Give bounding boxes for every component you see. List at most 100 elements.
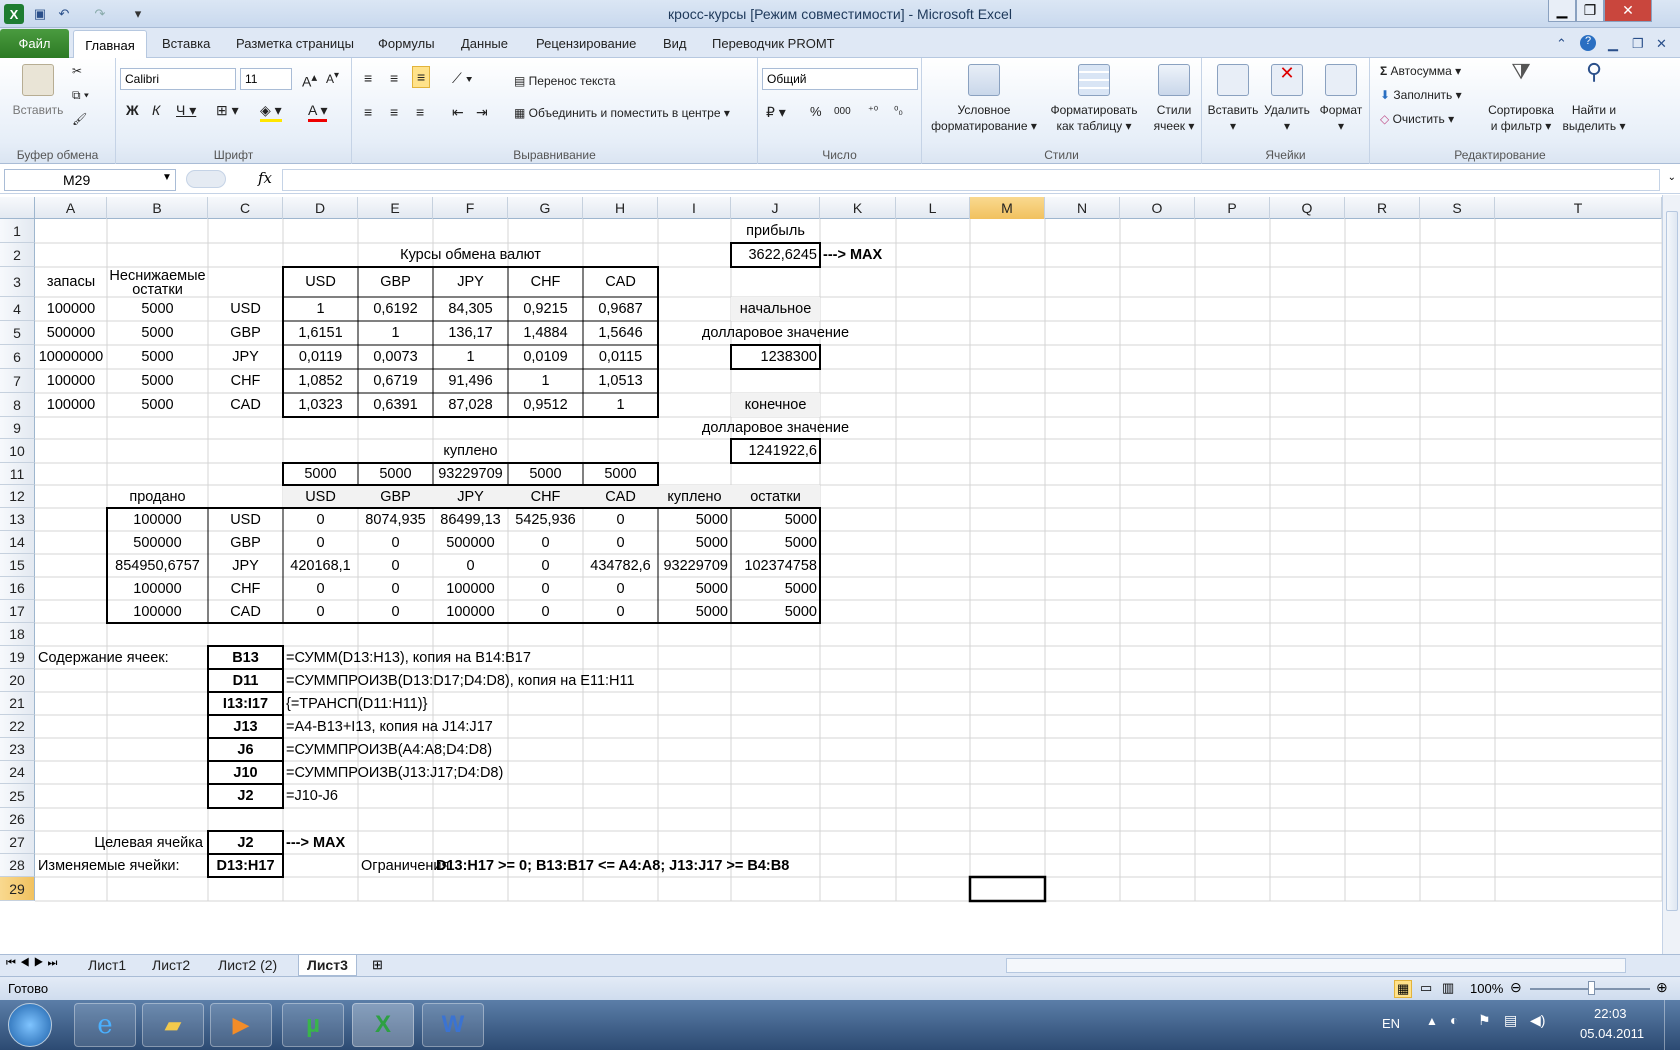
cell-B6[interactable]: 5000 (107, 345, 208, 369)
cell-F4[interactable]: 84,305 (433, 297, 508, 321)
cell-F13[interactable]: 86499,13 (433, 508, 508, 531)
cell-B27[interactable]: Целевая ячейка (35, 831, 206, 854)
cell-E7[interactable]: 0,6719 (358, 369, 433, 393)
cell-E6[interactable]: 0,0073 (358, 345, 433, 369)
align-right-icon[interactable]: ≡ (416, 104, 424, 120)
zoom-out-icon[interactable]: ⊖ (1510, 979, 1522, 996)
column-header-G[interactable]: G (508, 197, 583, 219)
decrease-indent-icon[interactable]: ⇤ (452, 104, 464, 121)
cell-C15[interactable]: JPY (208, 554, 283, 577)
volume-icon[interactable]: ◀) (1530, 1012, 1545, 1029)
workbook-restore-icon[interactable]: ❐ (1632, 36, 1644, 52)
cell-E17[interactable]: 0 (358, 600, 433, 623)
cell-J1[interactable]: прибыль (731, 219, 820, 243)
cell-F8[interactable]: 87,028 (433, 393, 508, 417)
formula-input[interactable] (282, 169, 1660, 191)
column-header-L[interactable]: L (896, 197, 970, 219)
cell-H4[interactable]: 0,9687 (583, 297, 658, 321)
cell-I15[interactable]: 93229709 (658, 554, 731, 577)
column-header-T[interactable]: T (1495, 197, 1662, 219)
cell-I13[interactable]: 5000 (658, 508, 731, 531)
cell-H12[interactable]: CAD (583, 485, 658, 508)
cell-H14[interactable]: 0 (583, 531, 658, 554)
cell-J8[interactable]: конечное (731, 393, 820, 417)
cell-J5[interactable]: долларовое значение (598, 321, 954, 345)
tray-arrow-icon[interactable]: ▲ (1426, 1014, 1438, 1028)
cell-H17[interactable]: 0 (583, 600, 658, 623)
expand-formula-bar-icon[interactable]: ⌄ (1668, 172, 1676, 183)
cell-A5[interactable]: 500000 (35, 321, 107, 345)
row-header-22[interactable]: 22 (0, 715, 35, 738)
cell-B12[interactable]: продано (107, 485, 208, 508)
cell-D4[interactable]: 1 (283, 297, 358, 321)
row-header-21[interactable]: 21 (0, 692, 35, 715)
cell-D16[interactable]: 0 (283, 577, 358, 600)
cell-E15[interactable]: 0 (358, 554, 433, 577)
column-header-D[interactable]: D (283, 197, 358, 219)
clock-time[interactable]: 22:03 (1594, 1006, 1627, 1021)
insert-function-icon[interactable]: fx (258, 169, 272, 187)
cell-G8[interactable]: 0,9512 (508, 393, 583, 417)
cell-E13[interactable]: 8074,935 (358, 508, 433, 531)
align-bottom-icon[interactable]: ≡ (412, 66, 431, 88)
zoom-in-icon[interactable]: ⊕ (1656, 979, 1668, 996)
restore-button[interactable]: ❐ (1576, 0, 1604, 22)
cell-G14[interactable]: 0 (508, 531, 583, 554)
cell-C22[interactable]: J13 (208, 715, 283, 738)
cell-J14[interactable]: 5000 (731, 531, 820, 554)
row-header-29[interactable]: 29 (0, 877, 35, 901)
cell-D14[interactable]: 0 (283, 531, 358, 554)
column-header-O[interactable]: O (1120, 197, 1195, 219)
row-header-12[interactable]: 12 (0, 485, 35, 508)
excel-taskbar-icon[interactable]: X (352, 1003, 414, 1047)
row-header-28[interactable]: 28 (0, 854, 35, 877)
row-header-11[interactable]: 11 (0, 463, 35, 485)
cell-E11[interactable]: 5000 (358, 463, 433, 485)
column-header-B[interactable]: B (107, 197, 208, 219)
column-header-M[interactable]: M (970, 197, 1045, 219)
cell-F17[interactable]: 100000 (433, 600, 508, 623)
horizontal-scrollbar[interactable] (1006, 958, 1626, 973)
cut-icon[interactable]: ✂ (72, 64, 82, 78)
column-header-C[interactable]: C (208, 197, 283, 219)
sort-filter-button[interactable]: ⧩ Сортировка и фильтр ▾ (1484, 61, 1558, 134)
sheet-tab-list1[interactable]: Лист1 (80, 955, 134, 976)
cell-H6[interactable]: 0,0115 (583, 345, 658, 369)
cell-C27[interactable]: J2 (208, 831, 283, 854)
column-header-H[interactable]: H (583, 197, 658, 219)
utorrent-icon[interactable]: µ (282, 1003, 344, 1047)
cell-G3[interactable]: CHF (508, 267, 583, 297)
row-header-6[interactable]: 6 (0, 345, 35, 369)
cell-H11[interactable]: 5000 (583, 463, 658, 485)
cell-B8[interactable]: 5000 (107, 393, 208, 417)
cell-D22[interactable]: =A4-B13+I13, копия на J14:J17 (283, 715, 883, 738)
cell-D12[interactable]: USD (283, 485, 358, 508)
help-icon[interactable]: ? (1580, 35, 1596, 51)
cell-C21[interactable]: I13:I17 (208, 692, 283, 715)
increase-decimal-icon[interactable]: ⁺⁰ (868, 104, 878, 117)
column-header-S[interactable]: S (1420, 197, 1495, 219)
cell-C24[interactable]: J10 (208, 761, 283, 784)
cell-D19[interactable]: =СУММ(D13:H13), копия на B14:B17 (283, 646, 883, 669)
row-header-18[interactable]: 18 (0, 623, 35, 646)
row-header-14[interactable]: 14 (0, 531, 35, 554)
cell-D5[interactable]: 1,6151 (283, 321, 358, 345)
cell-F14[interactable]: 500000 (433, 531, 508, 554)
increase-indent-icon[interactable]: ⇥ (476, 104, 488, 121)
cell-G7[interactable]: 1 (508, 369, 583, 393)
row-header-15[interactable]: 15 (0, 554, 35, 577)
format-painter-icon[interactable]: 🖌 (72, 112, 87, 126)
fill-button[interactable]: ⬇ Заполнить ▾ (1380, 88, 1462, 102)
cell-D13[interactable]: 0 (283, 508, 358, 531)
sheet-tab-list2-2[interactable]: Лист2 (2) (210, 955, 285, 976)
cell-J12[interactable]: остатки (731, 485, 820, 508)
language-indicator[interactable]: EN (1382, 1016, 1400, 1031)
explorer-folder-icon[interactable]: ▰ (142, 1003, 204, 1047)
row-header-27[interactable]: 27 (0, 831, 35, 854)
formula-bar-resize-handle[interactable] (186, 170, 226, 188)
row-header-7[interactable]: 7 (0, 369, 35, 393)
tab-home[interactable]: Главная (73, 30, 147, 59)
cell-C6[interactable]: JPY (208, 345, 283, 369)
cell-B3b[interactable]: остатки (107, 282, 208, 298)
row-header-24[interactable]: 24 (0, 761, 35, 784)
